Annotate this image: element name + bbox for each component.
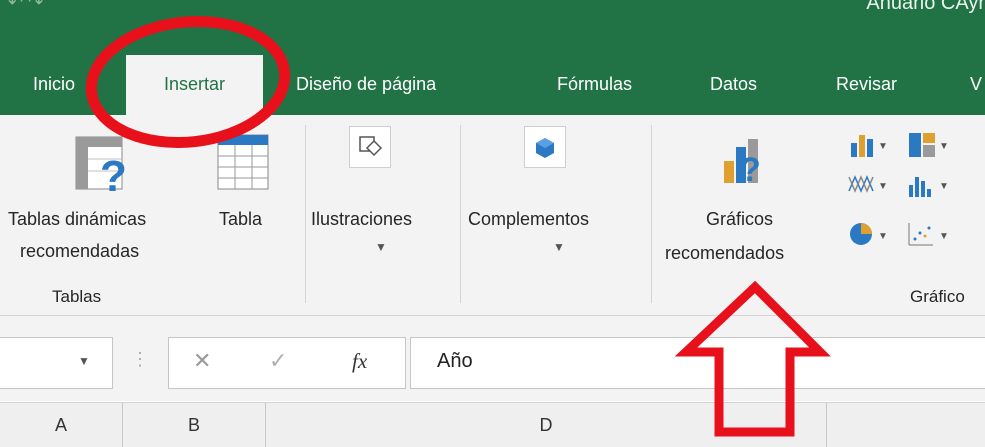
formula-value: Año	[437, 350, 473, 372]
formula-bar-area: ▼ ⋮ ✕ ✓ fx Año	[0, 316, 985, 401]
group-separator	[651, 125, 652, 303]
tab-vista[interactable]: V	[970, 55, 982, 115]
column-header-b[interactable]: B	[123, 403, 266, 447]
svg-text:▼: ▼	[878, 141, 888, 152]
quick-access-toolbar[interactable]: ↶ ↷	[8, 0, 43, 13]
graficos-label-2: recomendados	[665, 243, 785, 263]
column-header-a[interactable]: A	[0, 403, 123, 447]
addins-icon	[536, 138, 554, 158]
insert-function-icon[interactable]: fx	[352, 349, 367, 374]
ribbon-panel: ? Tablas dinámicas recomendadas Tabla Ta…	[0, 115, 985, 316]
pivot-table-question-icon: ?	[75, 136, 127, 195]
pie-chart-icon: ▼	[850, 223, 888, 245]
ilustraciones-icon-frame	[349, 126, 391, 168]
shapes-icon	[359, 136, 383, 157]
group-label-graficos: Gráfico	[910, 287, 965, 306]
formula-bar-grip-icon[interactable]: ⋮	[131, 349, 149, 370]
svg-text:?: ?	[100, 152, 127, 195]
tab-formulas[interactable]: Fórmulas	[557, 55, 632, 115]
column-header-d[interactable]: D	[266, 403, 827, 447]
formula-input[interactable]: Año	[410, 337, 985, 389]
tablas-dinamicas-label-1: Tablas dinámicas	[8, 209, 147, 229]
window-title: Anuario CAyr	[866, 0, 985, 14]
svg-text:▼: ▼	[878, 181, 888, 192]
svg-text:▼: ▼	[878, 231, 888, 242]
hierarchy-chart-icon: ▼	[909, 133, 949, 157]
cancel-icon[interactable]: ✕	[193, 348, 211, 374]
name-box-dropdown-icon[interactable]: ▼	[78, 354, 90, 368]
tab-insertar[interactable]: Insertar	[126, 55, 263, 115]
column-chart-icon: ▼	[851, 135, 888, 157]
group-label-tablas: Tablas	[52, 287, 102, 306]
tab-datos[interactable]: Datos	[710, 55, 757, 115]
group-separator	[460, 125, 461, 303]
tablas-dinamicas-label-2: recomendadas	[20, 241, 140, 261]
complementos-label: Complementos	[468, 209, 590, 229]
recommended-charts-icon: ?	[724, 139, 761, 187]
waterfall-chart-icon: ▼	[848, 175, 888, 193]
ilustraciones-label: Ilustraciones	[311, 209, 413, 229]
svg-text:▼: ▼	[939, 181, 949, 192]
ilustraciones-dropdown-icon[interactable]: ▼	[375, 240, 387, 254]
complementos-icon-frame	[524, 126, 566, 168]
table-icon	[217, 134, 269, 190]
title-bar: ↶ ↷ Anuario CAyr	[0, 0, 985, 55]
group-separator	[305, 125, 306, 303]
name-box[interactable]: ▼	[0, 337, 113, 389]
tab-diseno-de-pagina[interactable]: Diseño de página	[296, 55, 436, 115]
complementos-dropdown-icon[interactable]: ▼	[553, 240, 565, 254]
svg-text:▼: ▼	[939, 141, 949, 152]
ribbon-tabs: Inicio Insertar Diseño de página Fórmula…	[0, 55, 985, 115]
scatter-chart-icon: ▼	[908, 223, 949, 246]
svg-text:▼: ▼	[939, 231, 949, 242]
graficos-label-1: Gráficos	[706, 209, 774, 229]
enter-check-icon[interactable]: ✓	[269, 348, 287, 374]
tab-inicio[interactable]: Inicio	[33, 55, 75, 115]
formula-buttons: ✕ ✓ fx	[168, 337, 406, 389]
column-headers: A B D	[0, 402, 985, 447]
svg-text:?: ?	[740, 151, 761, 187]
tab-revisar[interactable]: Revisar	[836, 55, 897, 115]
statistic-chart-icon: ▼	[909, 177, 949, 197]
tabla-label: Tabla	[219, 209, 263, 229]
